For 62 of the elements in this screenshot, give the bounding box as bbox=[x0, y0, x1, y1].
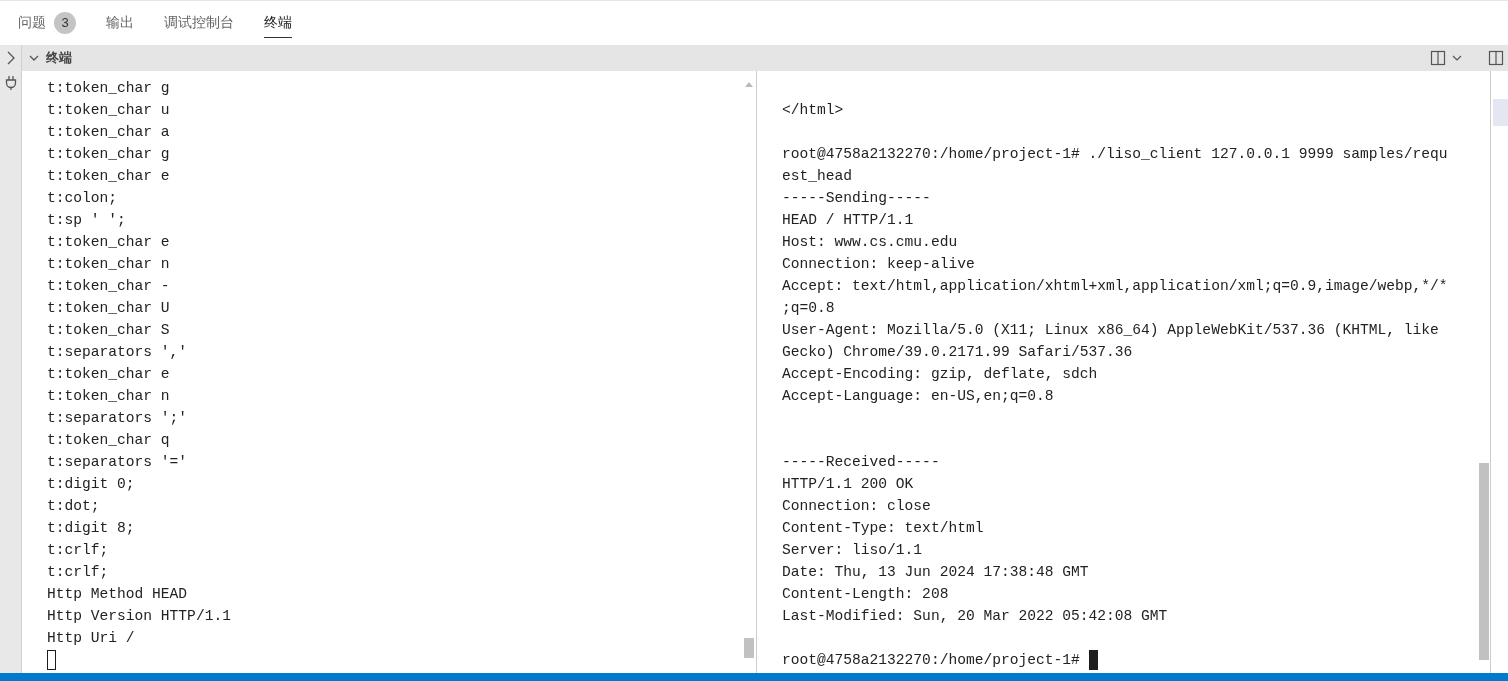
terminal-line: User-Agent: Mozilla/5.0 (X11; Linux x86_64) AppleWebKit/537.36 (KHTML, like bbox=[782, 321, 1439, 340]
terminal-line: </html> bbox=[782, 101, 844, 120]
terminal-line: root@4758a2132270:/home/project-1# bbox=[782, 651, 1081, 670]
terminal-line: t:token_char a bbox=[47, 123, 170, 142]
terminal-line: t:colon; bbox=[47, 189, 118, 208]
terminal-line: Http Uri / bbox=[47, 629, 135, 648]
terminal-line: Host: www.cs.cmu.edu bbox=[782, 233, 958, 252]
terminal-line: t:sp ' '; bbox=[47, 211, 126, 230]
terminal-line: t:separators ',' bbox=[47, 343, 188, 362]
terminal-line: Accept: text/html,application/xhtml+xml,application/xml;q=0.9,image/webp,*/* bbox=[782, 277, 1448, 296]
panel-tab[interactable]: 终端 bbox=[264, 8, 292, 38]
terminal-line: Server: liso/1.1 bbox=[782, 541, 923, 560]
terminal-line: -----Received----- bbox=[782, 453, 940, 472]
terminal-line: Last-Modified: Sun, 20 Mar 2022 05:42:08 GMT bbox=[782, 607, 1168, 626]
terminal-line: t:token_char e bbox=[47, 233, 170, 252]
chevron-down-icon[interactable] bbox=[1452, 53, 1462, 63]
panel-tab[interactable]: 输出 bbox=[106, 8, 134, 38]
terminal-line: est_head bbox=[782, 167, 853, 186]
terminal-line: Gecko) Chrome/39.0.2171.99 Safari/537.36 bbox=[782, 343, 1133, 362]
terminal-line: t:token_char n bbox=[47, 387, 170, 406]
terminal-line: HTTP/1.1 200 OK bbox=[782, 475, 914, 494]
panel-tab[interactable]: 问题 3 bbox=[18, 8, 76, 38]
terminal-line: t:digit 8; bbox=[47, 519, 135, 538]
terminal-line: t:separators '=' bbox=[47, 453, 188, 472]
terminal-line: root@4758a2132270:/home/project-1# ./liso_client 127.0.0.1 9999 samples/requ bbox=[782, 145, 1448, 164]
terminal-line: t:token_char U bbox=[47, 299, 170, 318]
terminal-line: t:separators ';' bbox=[47, 409, 188, 428]
terminal-line: t:crlf; bbox=[47, 563, 109, 582]
plug-icon[interactable] bbox=[4, 75, 17, 91]
terminal-line: Accept-Encoding: gzip, deflate, sdch bbox=[782, 365, 1098, 384]
panel-tab[interactable]: 调试控制台 bbox=[164, 8, 234, 38]
terminal-line: t:token_char S bbox=[47, 321, 170, 340]
scrollbar-thumb[interactable] bbox=[744, 638, 754, 658]
terminal-line: t:dot; bbox=[47, 497, 100, 516]
terminal-line: t:token_char q bbox=[47, 431, 170, 450]
section-toggle[interactable]: 终端 bbox=[28, 48, 72, 68]
terminal-line: ;q=0.8 bbox=[782, 299, 835, 318]
overview-marker bbox=[1493, 99, 1508, 126]
terminal-line: Date: Thu, 13 Jun 2024 17:38:48 GMT bbox=[782, 563, 1089, 582]
terminal-line: t:token_char g bbox=[47, 79, 170, 98]
terminal-line: Http Version HTTP/1.1 bbox=[47, 607, 231, 626]
terminal-line: HEAD / HTTP/1.1 bbox=[782, 211, 914, 230]
terminal-line: t:token_char e bbox=[47, 167, 170, 186]
terminal-line: Connection: close bbox=[782, 497, 931, 516]
terminal-line: Accept-Language: en-US,en;q=0.8 bbox=[782, 387, 1054, 406]
split-layout-icon[interactable] bbox=[1488, 50, 1504, 66]
terminal-line: t:token_char n bbox=[47, 255, 170, 274]
terminal-line: t:token_char - bbox=[47, 277, 170, 296]
split-layout-icon[interactable] bbox=[1430, 50, 1446, 66]
terminal-line: Content-Length: 208 bbox=[782, 585, 949, 604]
terminal-line: t:digit 0; bbox=[47, 475, 135, 494]
terminal-line: t:token_char g bbox=[47, 145, 170, 164]
count-badge: 3 bbox=[54, 11, 76, 34]
terminal-line: t:crlf; bbox=[47, 541, 109, 560]
terminal-line: Content-Type: text/html bbox=[782, 519, 984, 538]
terminal-line: -----Sending----- bbox=[782, 189, 931, 208]
terminal-line: Connection: keep-alive bbox=[782, 255, 975, 274]
terminal-line: Http Method HEAD bbox=[47, 585, 188, 604]
terminal-line: t:token_char u bbox=[47, 101, 170, 120]
scrollbar-thumb[interactable] bbox=[1479, 463, 1489, 660]
terminal-line: t:token_char e bbox=[47, 365, 170, 384]
chevron-right-icon[interactable] bbox=[5, 51, 16, 65]
